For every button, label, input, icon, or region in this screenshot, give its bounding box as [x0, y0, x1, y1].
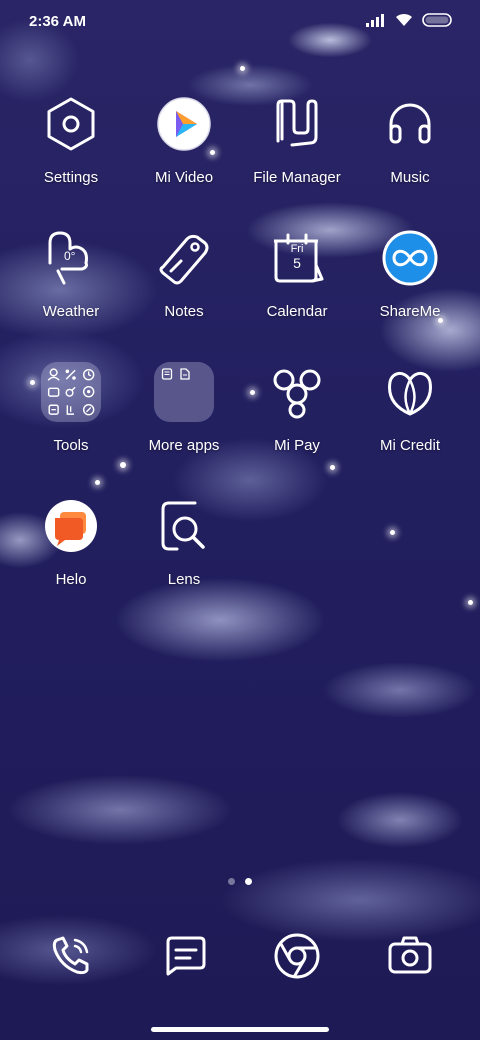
- mi-pay-icon: [266, 361, 328, 423]
- app-mi-pay[interactable]: Mi Pay: [240, 361, 354, 454]
- file-manager-icon: [266, 93, 328, 155]
- app-label: Mi Pay: [274, 437, 320, 454]
- app-label: Music: [390, 169, 430, 186]
- dock: [0, 930, 480, 986]
- page-dot[interactable]: [228, 878, 235, 885]
- app-tools-folder[interactable]: Tools: [14, 361, 128, 454]
- mi-credit-icon: [379, 361, 441, 423]
- calendar-date: 5: [293, 255, 301, 271]
- headphones-icon: [379, 93, 441, 155]
- settings-icon: [40, 93, 102, 155]
- shareme-icon: [379, 227, 441, 289]
- mi-video-icon: [153, 93, 215, 155]
- weather-icon: 0°: [40, 227, 102, 289]
- app-label: Helo: [55, 571, 87, 588]
- signal-icon: [366, 13, 384, 27]
- app-label: ShareMe: [379, 303, 441, 320]
- page-dot-active[interactable]: [245, 878, 252, 885]
- notes-tag-icon: [153, 227, 215, 289]
- app-music[interactable]: Music: [353, 93, 467, 186]
- status-time: 2:36 AM: [29, 13, 86, 30]
- more-apps-folder-icon: [153, 361, 215, 423]
- app-label: Weather: [42, 303, 100, 320]
- app-label: Lens: [167, 571, 201, 588]
- calendar-icon: Fri 5: [266, 227, 328, 289]
- app-calendar[interactable]: Fri 5 Calendar: [240, 227, 354, 320]
- helo-icon: [40, 495, 102, 557]
- app-mi-video[interactable]: Mi Video: [127, 93, 241, 186]
- camera-icon[interactable]: [384, 930, 436, 982]
- app-settings[interactable]: Settings: [14, 93, 128, 186]
- battery-icon: [422, 12, 452, 27]
- browser-icon[interactable]: [271, 930, 323, 982]
- app-shareme[interactable]: ShareMe: [353, 227, 467, 320]
- app-label: Settings: [43, 169, 99, 186]
- weather-temperature: 0°: [64, 249, 76, 263]
- status-bar: 2:36 AM: [0, 0, 480, 44]
- app-notes[interactable]: Notes: [127, 227, 241, 320]
- app-label: Mi Credit: [379, 437, 440, 454]
- tools-folder-icon: [40, 361, 102, 423]
- calendar-day: Fri: [290, 243, 304, 255]
- app-weather[interactable]: 0° Weather: [14, 227, 128, 320]
- app-file-manager[interactable]: File Manager: [240, 93, 354, 186]
- app-label: Mi Video: [154, 169, 214, 186]
- app-helo[interactable]: Helo: [14, 495, 128, 588]
- messages-icon[interactable]: [158, 930, 210, 982]
- app-mi-credit[interactable]: Mi Credit: [353, 361, 467, 454]
- app-more-apps-folder[interactable]: More apps: [127, 361, 241, 454]
- phone-icon[interactable]: [45, 930, 97, 982]
- app-label: Tools: [53, 437, 89, 454]
- app-label: More apps: [148, 437, 220, 454]
- lens-icon: [153, 495, 215, 557]
- wifi-icon: [396, 13, 412, 26]
- app-label: Notes: [164, 303, 204, 320]
- app-label: File Manager: [253, 169, 341, 186]
- page-indicator: [0, 878, 480, 885]
- home-gesture-bar[interactable]: [151, 1027, 329, 1032]
- app-lens[interactable]: Lens: [127, 495, 241, 588]
- app-label: Calendar: [266, 303, 328, 320]
